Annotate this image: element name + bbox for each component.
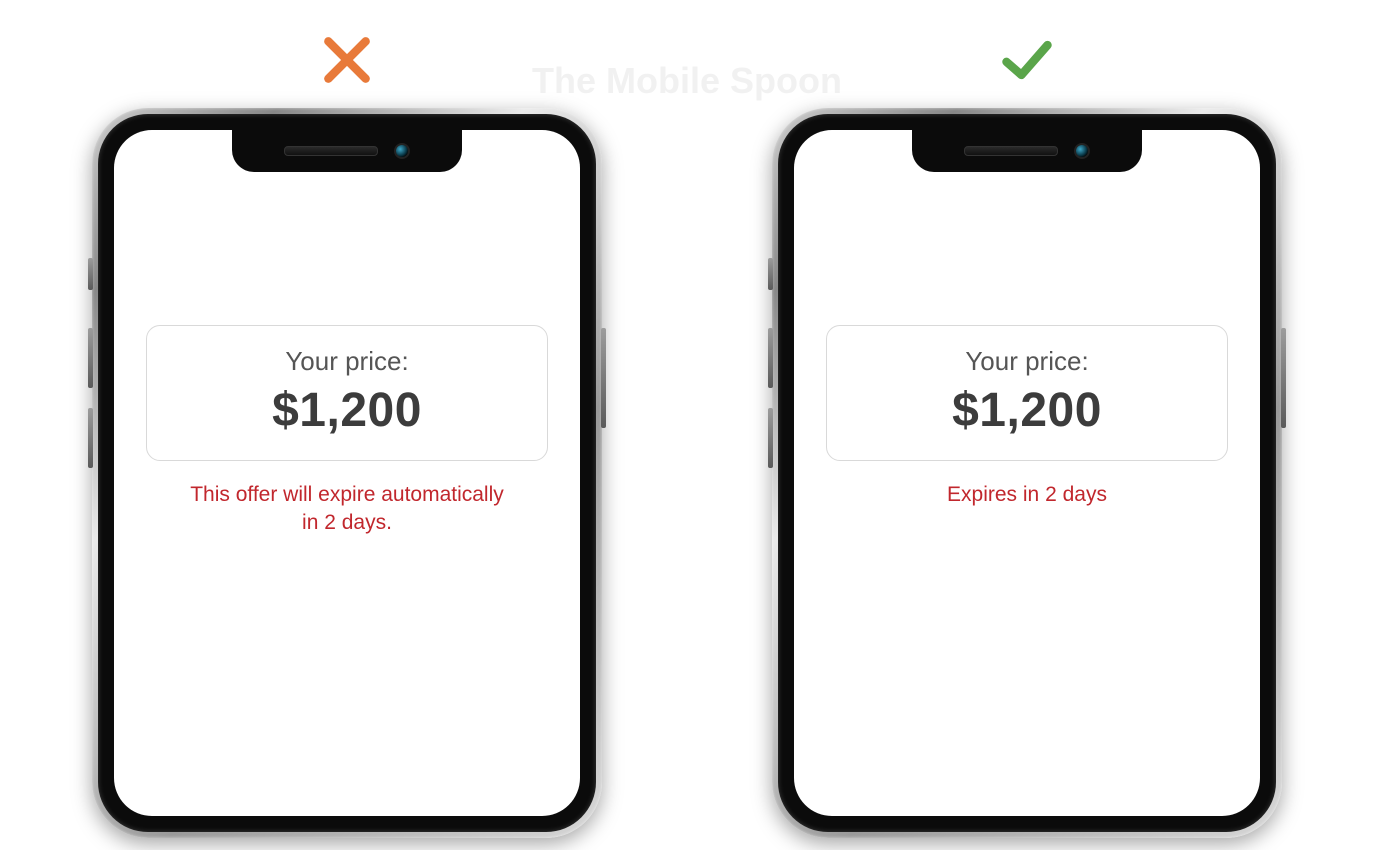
- expiry-line-2: in 2 days.: [146, 509, 548, 537]
- silence-switch: [768, 258, 773, 290]
- phone-screen-bad: Your price: $1,200 This offer will expir…: [114, 130, 580, 816]
- phone-mockup-bad: Your price: $1,200 This offer will expir…: [92, 108, 602, 838]
- expiry-message-bad: This offer will expire automatically in …: [146, 481, 548, 538]
- power-button: [601, 328, 606, 428]
- phone-screen-good: Your price: $1,200 Expires in 2 days: [794, 130, 1260, 816]
- bad-example: Your price: $1,200 This offer will expir…: [92, 30, 602, 838]
- volume-down-button: [88, 408, 93, 468]
- volume-down-button: [768, 408, 773, 468]
- cross-icon: [317, 30, 377, 90]
- speaker-grille: [964, 146, 1058, 156]
- check-icon: [997, 30, 1057, 90]
- price-value: $1,200: [157, 383, 537, 438]
- offer-content-good: Your price: $1,200 Expires in 2 days: [826, 325, 1228, 509]
- price-label: Your price:: [157, 346, 537, 377]
- volume-up-button: [88, 328, 93, 388]
- comparison-stage: Your price: $1,200 This offer will expir…: [0, 30, 1374, 838]
- front-camera: [394, 143, 410, 159]
- phone-notch: [232, 130, 462, 172]
- price-label: Your price:: [837, 346, 1217, 377]
- expiry-message-good: Expires in 2 days: [826, 481, 1228, 509]
- silence-switch: [88, 258, 93, 290]
- phone-mockup-good: Your price: $1,200 Expires in 2 days: [772, 108, 1282, 838]
- phone-notch: [912, 130, 1142, 172]
- price-card: Your price: $1,200: [146, 325, 548, 461]
- expiry-line-1: This offer will expire automatically: [146, 481, 548, 509]
- speaker-grille: [284, 146, 378, 156]
- good-example: Your price: $1,200 Expires in 2 days: [772, 30, 1282, 838]
- front-camera: [1074, 143, 1090, 159]
- volume-up-button: [768, 328, 773, 388]
- price-card: Your price: $1,200: [826, 325, 1228, 461]
- power-button: [1281, 328, 1286, 428]
- offer-content-bad: Your price: $1,200 This offer will expir…: [146, 325, 548, 538]
- price-value: $1,200: [837, 383, 1217, 438]
